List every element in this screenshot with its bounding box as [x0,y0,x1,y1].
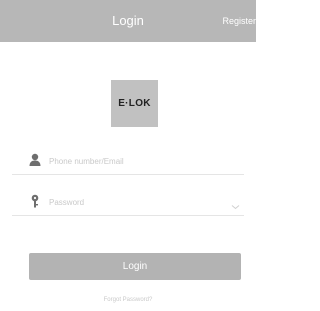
key-icon [29,194,41,208]
register-link[interactable]: Register [222,15,256,27]
app-header: Login Register [0,0,256,42]
page-title: Login [112,13,144,28]
phone-email-field[interactable] [12,150,244,175]
password-input[interactable] [49,195,229,209]
chevron-down-icon[interactable] [231,197,240,210]
password-field[interactable] [12,191,244,216]
login-button[interactable]: Login [29,253,241,280]
logo-text: E·LOK [118,98,151,109]
forgot-password-link[interactable]: Forgot Password? [0,296,256,304]
user-icon [29,153,41,167]
phone-email-input[interactable] [49,154,229,168]
app-logo: E·LOK [111,80,158,127]
